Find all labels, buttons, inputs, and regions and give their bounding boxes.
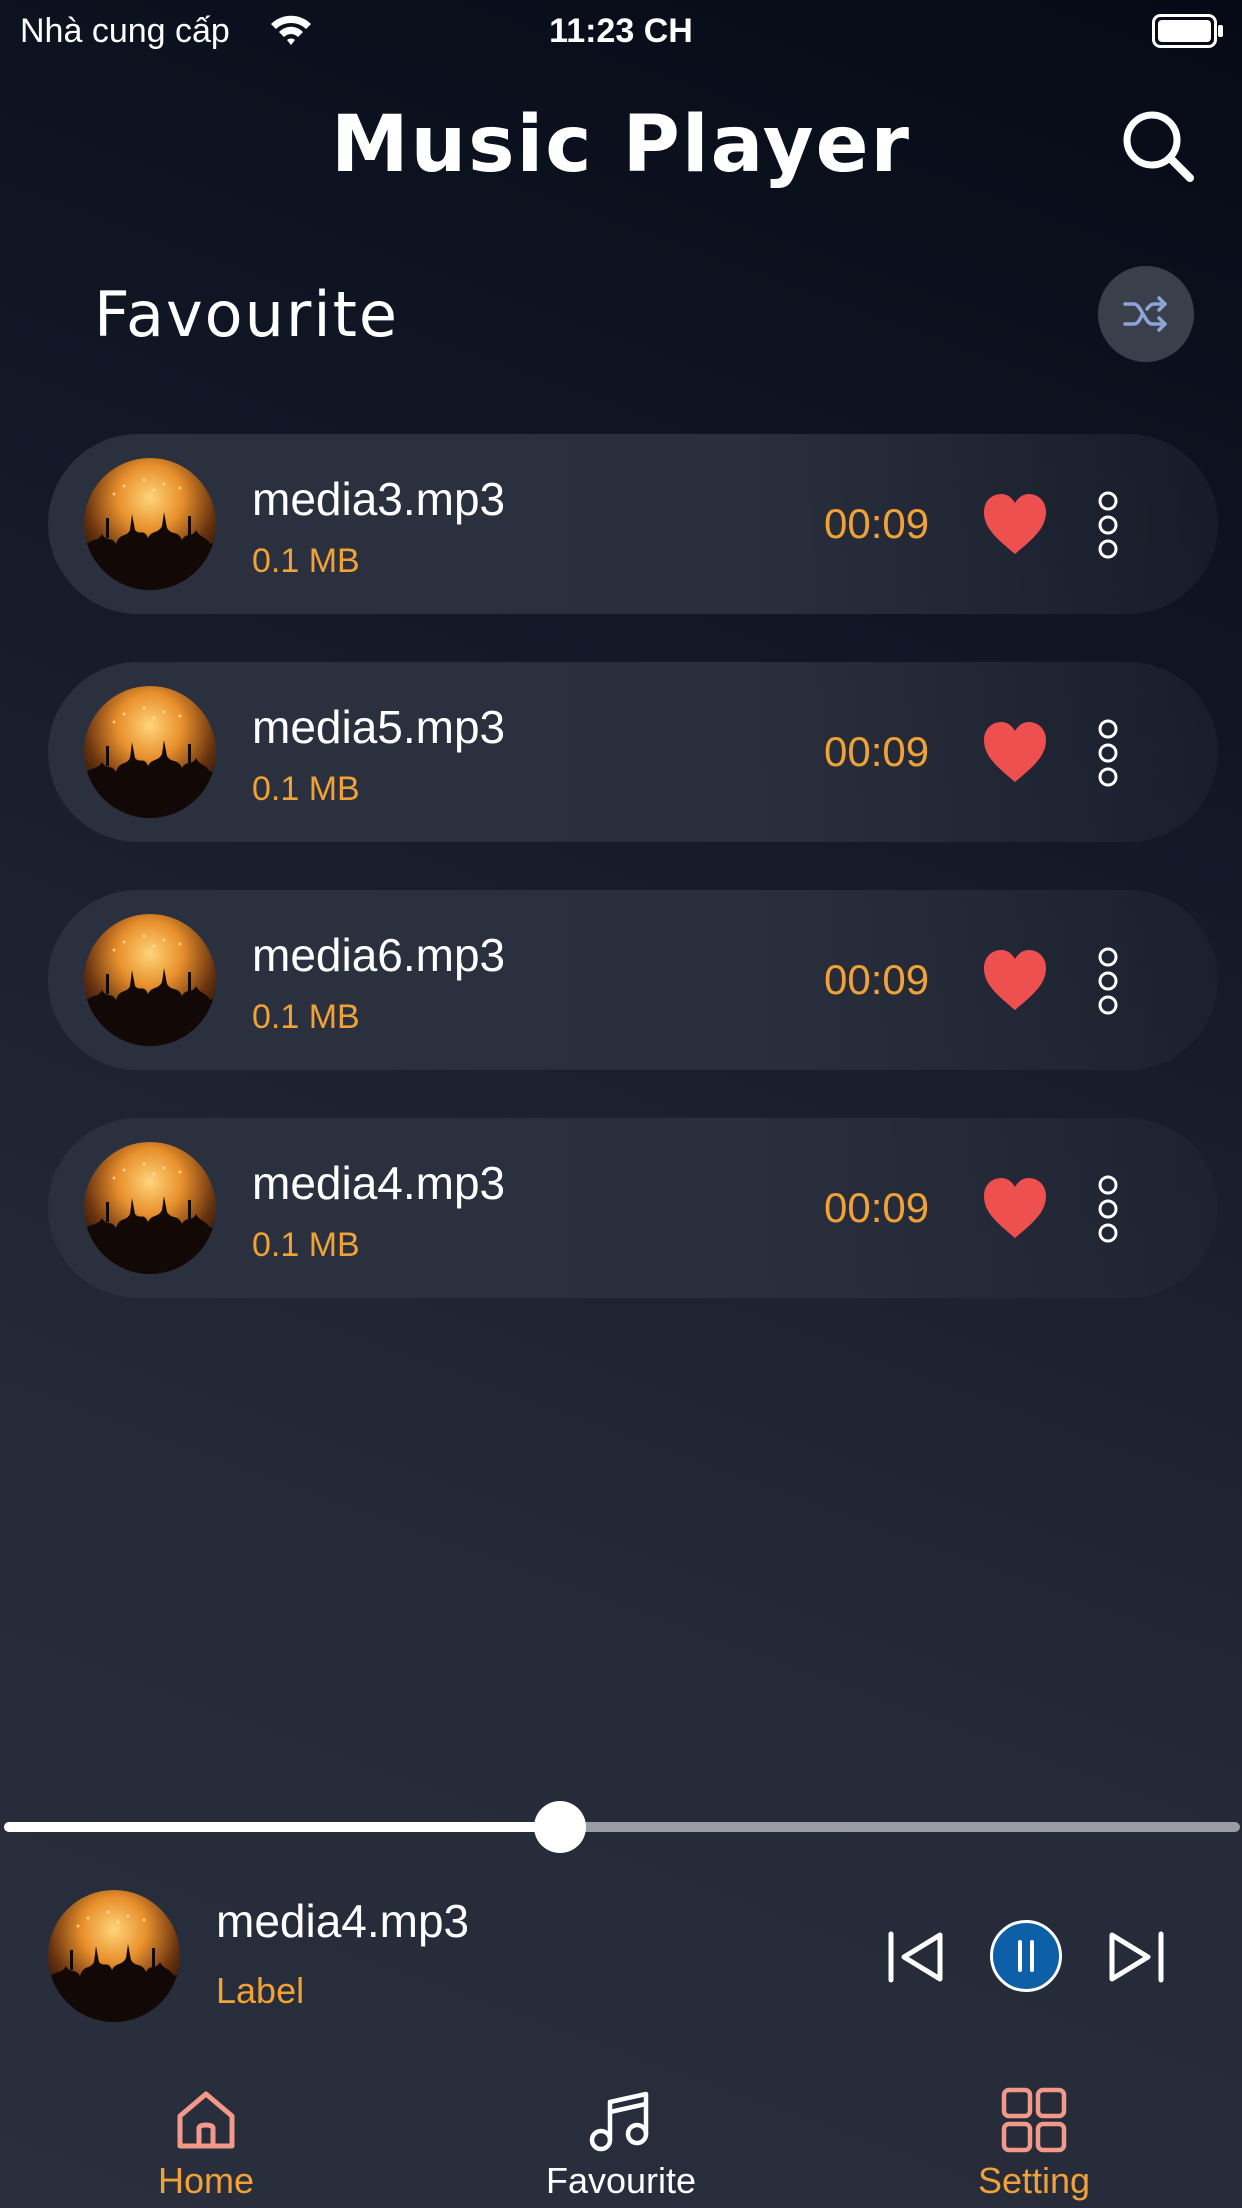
page-title: Music Player	[330, 100, 912, 190]
now-playing-subtitle: Label	[216, 1970, 305, 2011]
track-size: 0.1 MB	[252, 770, 360, 808]
previous-icon[interactable]	[886, 1930, 948, 1984]
now-playing-art	[48, 1890, 180, 2022]
playback-progress-slider[interactable]	[4, 1801, 1240, 1853]
track-duration: 00:09	[824, 500, 930, 547]
battery-icon	[1152, 14, 1223, 48]
more-options-icon[interactable]	[1096, 718, 1120, 788]
next-icon[interactable]	[1104, 1930, 1166, 1984]
track-row[interactable]: media5.mp3 0.1 MB 00:09	[48, 662, 1218, 842]
track-size: 0.1 MB	[252, 1226, 360, 1264]
nav-item-home[interactable]: Home	[56, 2070, 356, 2202]
home-icon	[177, 2091, 235, 2149]
more-options-icon[interactable]	[1096, 490, 1120, 560]
more-options-icon[interactable]	[1096, 1174, 1120, 1244]
grid-icon	[1001, 2087, 1067, 2153]
nav-label-home: Home	[157, 2160, 255, 2201]
play-pause-button[interactable]	[990, 1920, 1062, 1992]
track-row[interactable]: media3.mp3 0.1 MB 00:09	[48, 434, 1218, 614]
track-name: media5.mp3	[252, 701, 506, 753]
nav-item-setting[interactable]: Setting	[884, 2070, 1184, 2202]
track-duration: 00:09	[824, 1184, 930, 1231]
now-playing-title: media4.mp3	[216, 1895, 470, 1947]
album-art-image	[84, 686, 216, 818]
album-art-image	[84, 458, 216, 590]
heart-icon[interactable]	[982, 720, 1048, 784]
bottom-navigation: Home Favourite Setting	[0, 2070, 1242, 2208]
heart-icon[interactable]	[982, 948, 1048, 1012]
progress-fill	[4, 1822, 561, 1832]
nav-item-favourite[interactable]: Favourite	[471, 2070, 771, 2202]
track-name: media3.mp3	[252, 473, 506, 525]
nav-label-setting: Setting	[977, 2160, 1091, 2201]
album-art-image	[84, 914, 216, 1046]
section-title: Favourite	[94, 278, 400, 351]
pause-icon	[1018, 1940, 1034, 1972]
track-row[interactable]: media6.mp3 0.1 MB 00:09	[48, 890, 1218, 1070]
more-options-icon[interactable]	[1096, 946, 1120, 1016]
progress-thumb[interactable]	[534, 1801, 587, 1853]
clock: 11:23 CH	[549, 12, 693, 50]
track-row[interactable]: media4.mp3 0.1 MB 00:09	[48, 1118, 1218, 1298]
track-size: 0.1 MB	[252, 998, 360, 1036]
album-art-image	[84, 1142, 216, 1274]
heart-icon[interactable]	[982, 492, 1048, 556]
status-bar: Nhà cung cấp 11:23 CH	[0, 0, 1242, 60]
shuffle-button[interactable]	[1098, 266, 1194, 362]
track-name: media6.mp3	[252, 929, 506, 981]
heart-icon[interactable]	[982, 1176, 1048, 1240]
track-duration: 00:09	[824, 956, 930, 1003]
music-note-icon	[589, 2091, 649, 2152]
search-icon[interactable]	[1118, 106, 1198, 186]
track-duration: 00:09	[824, 728, 930, 775]
track-name: media4.mp3	[252, 1157, 506, 1209]
track-size: 0.1 MB	[252, 542, 360, 580]
nav-label-favourite: Favourite	[545, 2160, 697, 2201]
shuffle-icon	[1123, 296, 1167, 332]
